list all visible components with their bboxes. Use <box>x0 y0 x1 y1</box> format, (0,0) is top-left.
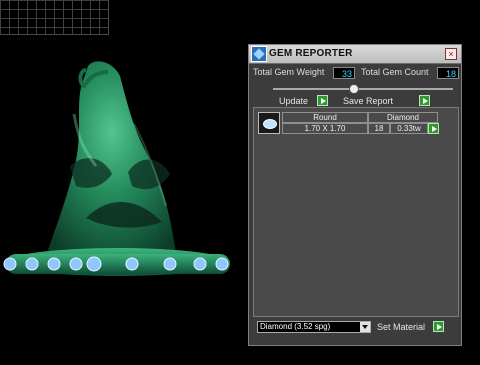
material-select-value: Diamond (3.52 spg) <box>260 322 331 331</box>
set-material-button[interactable]: Set Material <box>377 321 453 333</box>
panel-title: GEM REPORTER <box>269 48 353 59</box>
update-label: Update <box>279 96 309 106</box>
count-cell: 18 <box>368 123 390 134</box>
gem-icon <box>251 46 267 62</box>
total-gem-weight-value: 33 <box>333 67 355 79</box>
size-cell: 1.70 X 1.70 <box>282 123 368 134</box>
total-gem-count-value: 18 <box>437 67 459 79</box>
report-area: Round 1.70 X 1.70 Diamond 18 0.33tw <box>253 107 459 317</box>
save-report-label: Save Report <box>343 96 394 106</box>
chevron-down-icon[interactable] <box>360 322 370 332</box>
gem-thumbnail <box>258 112 280 134</box>
total-gem-count-label: Total Gem Count <box>361 67 429 77</box>
set-material-label: Set Material <box>377 322 426 332</box>
material-select[interactable]: Diamond (3.52 spg) <box>257 321 371 333</box>
play-icon <box>419 95 430 106</box>
update-button[interactable]: Update <box>279 95 339 107</box>
grid-overlay <box>0 0 109 35</box>
3d-viewport[interactable] <box>0 40 248 360</box>
divider <box>273 88 453 90</box>
shape-cell: Round <box>282 112 368 123</box>
material-bar: Diamond (3.52 spg) Set Material <box>253 321 459 341</box>
close-icon[interactable]: × <box>445 48 457 60</box>
play-icon[interactable] <box>428 123 439 134</box>
total-gem-weight-label: Total Gem Weight <box>253 67 325 77</box>
slider-knob[interactable] <box>349 84 359 94</box>
play-icon <box>433 321 444 332</box>
hat-model <box>3 61 230 276</box>
title-bar[interactable]: GEM REPORTER × <box>249 45 461 64</box>
totals: Total Gem Weight 33 Total Gem Count 18 <box>253 67 459 81</box>
gem-reporter-panel: GEM REPORTER × Total Gem Weight 33 Total… <box>248 44 462 346</box>
table-row[interactable]: Round 1.70 X 1.70 Diamond 18 0.33tw <box>258 112 439 136</box>
weight-cell: 0.33tw <box>390 123 428 134</box>
play-icon <box>317 95 328 106</box>
save-report-button[interactable]: Save Report <box>343 95 439 107</box>
material-cell: Diamond <box>368 112 438 123</box>
